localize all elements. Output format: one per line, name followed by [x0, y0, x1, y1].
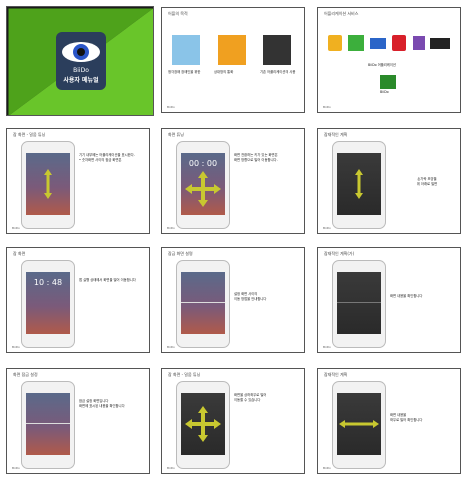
- home-icon: [348, 35, 364, 51]
- slide-12[interactable]: 잠재적인 계획 화면 내용을 좌우로 밀어 확인합니다 BiiDo: [317, 368, 461, 474]
- slide-11[interactable]: 잠 화면 - 밀움 튜닝 화면을 상하좌우로 밀어 이동할 수 있습니다 Bii…: [161, 368, 305, 474]
- slide-footer: BiiDo: [167, 105, 175, 109]
- divider: [181, 302, 225, 303]
- slide-body-text: 화면을 상하좌우로 밀어 이동할 수 있습니다: [234, 393, 267, 402]
- phone-icon: [218, 35, 246, 65]
- caption-2: 상대방의 통화: [214, 70, 234, 74]
- slide-body-text: 앱 실행 상태에서 화면을 밀어 이동합니다: [79, 278, 136, 282]
- slide-body-text: 화면 내용을 좌우로 밀어 확인합니다: [390, 413, 423, 422]
- phone-mockup: 00 : 00: [176, 141, 230, 229]
- keyboard-icon: [430, 38, 450, 49]
- phone-mockup: [176, 381, 230, 469]
- phone-mockup: [176, 260, 230, 348]
- slide-title: 잠 화면 - 밀움 튜닝: [168, 372, 201, 377]
- slide-footer: BiiDo: [167, 466, 175, 470]
- slide-9[interactable]: 잠재적인 계획(가) 화면 내용을 확인합니다 BiiDo: [317, 247, 461, 353]
- slide-footer: BiiDo: [323, 105, 331, 109]
- slide-footer: BiiDo: [12, 345, 20, 349]
- slide-8[interactable]: 잠금 화면 설명 설정 화면 사이의 이동 방법을 안내합니다 BiiDo: [161, 247, 305, 353]
- phone-mockup: [21, 141, 75, 229]
- four-way-arrow-icon: [185, 171, 221, 207]
- slide-title: 잠재적인 계획(가): [324, 251, 355, 256]
- caption-1: 청각장애 장애인을 위한: [168, 70, 201, 74]
- person-icon: [172, 35, 200, 65]
- cover-subtitle: 사용자 메뉴얼: [63, 77, 99, 84]
- brand-label: BiiDo: [380, 90, 389, 94]
- slide-10[interactable]: 화면 잠금 설정 잠금 설정 화면입니다 화면에 표시된 내용을 확인합니다 B…: [6, 368, 150, 474]
- slide-footer: BiiDo: [323, 345, 331, 349]
- slide-footer: BiiDo: [323, 226, 331, 230]
- phone-screen: [181, 393, 225, 455]
- horizontal-arrow-icon: [339, 420, 379, 428]
- phone-screen: [181, 272, 225, 334]
- slide-cover[interactable]: BiiDo 사용자 메뉴얼: [6, 6, 154, 116]
- lock-icon: [328, 35, 342, 51]
- slide-footer: BiiDo: [167, 226, 175, 230]
- slide-body-text: 화면 내용을 확인합니다: [390, 294, 423, 298]
- vertical-arrow-icon: [44, 169, 52, 199]
- slide-7[interactable]: 잠 화면 10 : 48 앱 실행 상태에서 화면을 밀어 이동합니다 BiiD…: [6, 247, 150, 353]
- phone-mockup: [332, 260, 386, 348]
- slide-title: 화면 잠금 설정: [13, 372, 38, 377]
- phone-screen: [337, 153, 381, 215]
- slide-title: 잠 화면 - 밀움 튜닝: [13, 132, 46, 137]
- phone-screen: [337, 272, 381, 334]
- divider: [337, 302, 381, 303]
- phone-mockup: [21, 381, 75, 469]
- slide-2[interactable]: 어플의 목적 청각장애 장애인을 위한 상대방의 통화 기존 어플리케이션의 사…: [161, 7, 305, 113]
- slide-body-text: 화면 전환하는 키가 있는 화면은 화면 방향으로 밀어 이동합니다.: [234, 153, 278, 162]
- caption-3: 기존 어플리케이션의 사용: [260, 70, 296, 74]
- slide-5[interactable]: 화면 튜닝 00 : 00 화면 전환하는 키가 있는 화면은 화면 방향으로 …: [161, 128, 305, 234]
- slide-4[interactable]: 잠 화면 - 밀움 튜닝 기기 내부에는 어플리케이션을 표시한다. • 숫자화…: [6, 128, 150, 234]
- vertical-arrow-icon: [355, 169, 363, 199]
- slide-title: 어플의 목적: [168, 11, 188, 16]
- phone-mockup: [332, 141, 386, 229]
- divider: [26, 423, 70, 424]
- slide-title: 잠금 화면 설명: [168, 251, 193, 256]
- phone-screen: 10 : 48: [26, 272, 70, 334]
- brand-icon: [380, 75, 396, 89]
- slide-title: 어플리케이션 서비스: [324, 11, 359, 16]
- slide-title: 잠 화면: [13, 251, 26, 256]
- slide-3[interactable]: 어플리케이션 서비스 BiiDo 어플리케이션 BiiDo BiiDo: [317, 7, 461, 113]
- app-desc: BiiDo 어플리케이션: [368, 63, 396, 67]
- clock-display: 10 : 48: [33, 278, 63, 287]
- slide-footer: BiiDo: [323, 466, 331, 470]
- telephone-icon: [263, 35, 291, 65]
- slide-footer: BiiDo: [167, 345, 175, 349]
- phone-mockup: [332, 381, 386, 469]
- slide-body-text: 손가락 모양을 위 아래로 밀면: [416, 177, 438, 186]
- phone-screen: 00 : 00: [181, 153, 225, 215]
- phone-mockup: 10 : 48: [21, 260, 75, 348]
- cover-app-name: BiiDo: [73, 67, 89, 74]
- phone-screen: [26, 393, 70, 455]
- phone-screen: [26, 153, 70, 215]
- slide-footer: BiiDo: [12, 466, 20, 470]
- slide-footer: BiiDo: [12, 226, 20, 230]
- slide-title: 잠재적인 계획: [324, 372, 348, 377]
- slide-title: 잠재적인 계획: [324, 132, 348, 137]
- slide-6[interactable]: 잠재적인 계획 손가락 모양을 위 아래로 밀면 BiiDo: [317, 128, 461, 234]
- slide-body-text: 잠금 설정 화면입니다 화면에 표시된 내용을 확인합니다: [79, 399, 125, 408]
- slide-body-text: 기기 내부에는 어플리케이션을 표시한다. • 숫자화면 사이의 잠금 화면은: [79, 153, 135, 162]
- slide-body-text: 설정 화면 사이의 이동 방법을 안내합니다: [234, 292, 267, 301]
- phone-call-icon: [392, 35, 406, 51]
- slide-title: 화면 튜닝: [168, 132, 184, 137]
- eye-icon: [62, 42, 100, 62]
- phone-screen: [337, 393, 381, 455]
- mail-icon: [370, 38, 386, 49]
- four-way-arrow-icon: [185, 406, 221, 442]
- browser-icon: [413, 36, 425, 50]
